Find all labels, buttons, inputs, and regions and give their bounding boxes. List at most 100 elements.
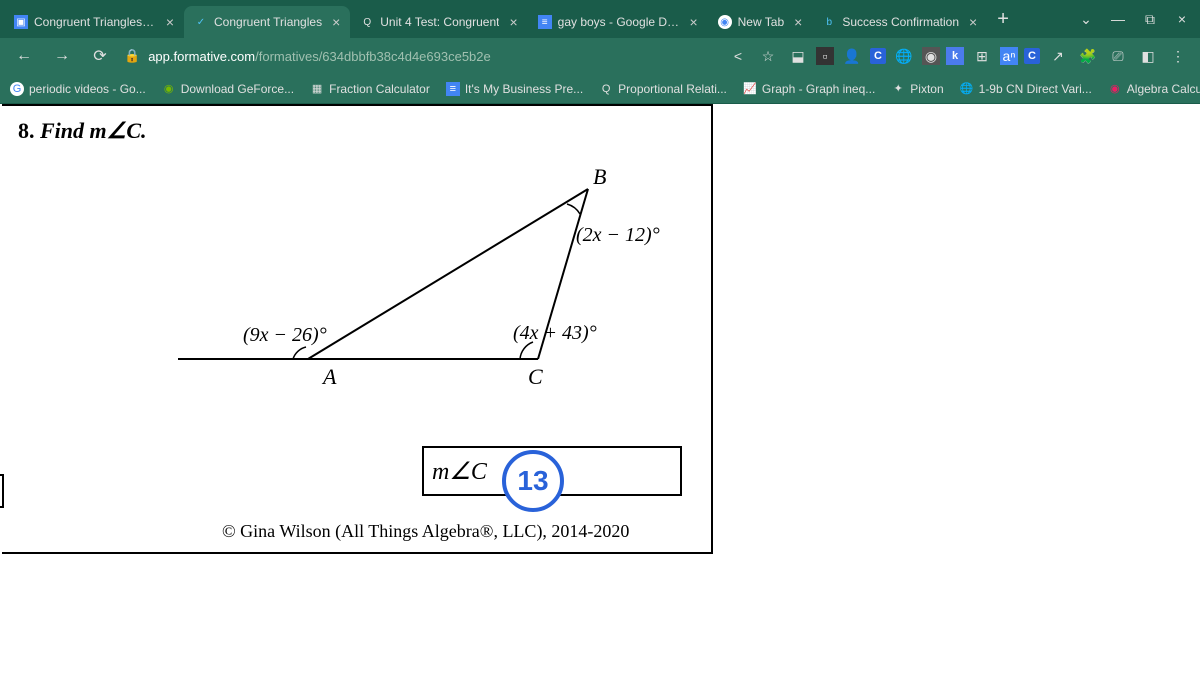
tab-icon: ✓: [194, 15, 208, 29]
bookmark-label: periodic videos - Go...: [29, 82, 146, 96]
bookmark-geforce[interactable]: ◉ Download GeForce...: [162, 82, 294, 96]
nav-row: ← → ⟳ 🔒 app.formative.com/formatives/634…: [0, 38, 1200, 74]
install-icon[interactable]: ⬓: [786, 44, 810, 68]
tab-3[interactable]: ≡ gay boys - Google Docs ×: [528, 6, 708, 38]
angle-a-label: (9x − 26)°: [243, 324, 327, 347]
chrome-icon: ◉: [718, 15, 732, 29]
ext-icon-5[interactable]: aⁿ: [1000, 47, 1018, 65]
doc-icon: ≡: [446, 82, 460, 96]
angle-b-label: (2x − 12)°: [576, 224, 660, 247]
algebra-icon: ◉: [1108, 82, 1122, 96]
vertex-b-label: B: [593, 164, 606, 190]
close-icon[interactable]: ×: [794, 14, 802, 30]
bookmark-label: Download GeForce...: [181, 82, 294, 96]
search-icon: Q: [599, 82, 613, 96]
extensions-icon[interactable]: 🧩: [1076, 44, 1100, 68]
vertex-c-label: C: [528, 364, 543, 390]
close-icon[interactable]: ×: [689, 14, 697, 30]
bookmark-label: Graph - Graph ineq...: [762, 82, 875, 96]
close-icon[interactable]: ×: [332, 14, 340, 30]
badge-value: 13: [517, 465, 548, 497]
bookmark-graph[interactable]: 📈 Graph - Graph ineq...: [743, 82, 875, 96]
cast-icon[interactable]: ⎚: [1106, 44, 1130, 68]
close-icon[interactable]: ×: [509, 14, 517, 30]
tab-0[interactable]: ▣ Congruent Triangles TE ×: [4, 6, 184, 38]
bookmark-fraction[interactable]: ▦ Fraction Calculator: [310, 82, 430, 96]
bookmark-label: Proportional Relati...: [618, 82, 727, 96]
bookmarks-row: G periodic videos - Go... ◉ Download GeF…: [0, 74, 1200, 104]
close-icon[interactable]: ×: [969, 14, 977, 30]
answer-label: m∠C: [432, 457, 487, 486]
vertex-a-label: A: [323, 364, 336, 390]
ext-icon-c2[interactable]: C: [1024, 48, 1040, 64]
ext-icon-k[interactable]: k: [946, 47, 964, 65]
bookmark-periodic-videos[interactable]: G periodic videos - Go...: [10, 82, 146, 96]
ext-icon-2[interactable]: 👤: [840, 44, 864, 68]
ext-icon-3[interactable]: 🌐: [892, 44, 916, 68]
tab-1[interactable]: ✓ Congruent Triangles ×: [184, 6, 350, 38]
url-bar[interactable]: 🔒 app.formative.com/formatives/634dbbfb3…: [124, 48, 716, 64]
google-icon: G: [10, 82, 24, 96]
tab-title: Congruent Triangles: [214, 15, 322, 29]
graph-icon: 📈: [743, 82, 757, 96]
tab-title: gay boys - Google Docs: [558, 15, 680, 29]
share-icon[interactable]: <: [726, 44, 750, 68]
maximize-button[interactable]: ⧉: [1136, 5, 1164, 33]
ext-icon-1[interactable]: ▫: [816, 47, 834, 65]
back-button[interactable]: ←: [10, 42, 38, 70]
bookmark-label: Algebra Calculator...: [1127, 82, 1200, 96]
lock-icon: 🔒: [124, 48, 140, 64]
tab-2[interactable]: Q Unit 4 Test: Congruent ×: [350, 6, 527, 38]
triangle-figure: B A C (9x − 26)° (2x − 12)° (4x + 43)°: [158, 164, 758, 404]
bookmark-label: It's My Business Pre...: [465, 82, 583, 96]
minimize-button[interactable]: —: [1104, 5, 1132, 33]
bookmark-cn[interactable]: 🌐 1-9b CN Direct Vari...: [960, 82, 1092, 96]
copyright-text: © Gina Wilson (All Things Algebra®, LLC)…: [222, 521, 629, 542]
search-icon: Q: [360, 15, 374, 29]
problem-number: 8.: [18, 118, 35, 143]
sidepanel-icon[interactable]: ◧: [1136, 44, 1160, 68]
star-icon[interactable]: ☆: [756, 44, 780, 68]
docs-icon: ≡: [538, 15, 552, 29]
tab-icon: b: [822, 15, 836, 29]
pixton-icon: ✦: [891, 82, 905, 96]
nvidia-icon: ◉: [162, 82, 176, 96]
problem-container: 8. Find m∠C. B A C (9x − 26)° (2x − 12)°…: [2, 104, 713, 554]
tab-title: Congruent Triangles TE: [34, 15, 156, 29]
bookmark-pixton[interactable]: ✦ Pixton: [891, 82, 943, 96]
ext-icon-grid[interactable]: ⊞: [970, 44, 994, 68]
url-path: /formatives/634dbbfb38c4d4e693ce5b2e: [255, 49, 491, 64]
problem-title: 8. Find m∠C.: [18, 118, 695, 144]
reload-button[interactable]: ⟳: [86, 42, 114, 70]
chevron-down-icon[interactable]: ⌄: [1072, 5, 1100, 33]
tab-title: Success Confirmation: [842, 15, 959, 29]
bookmark-business[interactable]: ≡ It's My Business Pre...: [446, 82, 583, 96]
globe-icon: 🌐: [960, 82, 974, 96]
url-domain: app.formative.com: [148, 49, 255, 64]
bookmark-label: Fraction Calculator: [329, 82, 430, 96]
tab-4[interactable]: ◉ New Tab ×: [708, 6, 813, 38]
forward-button[interactable]: →: [48, 42, 76, 70]
new-tab-button[interactable]: +: [987, 8, 1019, 31]
bookmark-algebra[interactable]: ◉ Algebra Calculator...: [1108, 82, 1200, 96]
close-window-button[interactable]: ×: [1168, 5, 1196, 33]
tabs-row: ▣ Congruent Triangles TE × ✓ Congruent T…: [0, 0, 1200, 38]
ext-icon-6[interactable]: ↗: [1046, 44, 1070, 68]
tab-title: Unit 4 Test: Congruent: [380, 15, 499, 29]
bookmark-label: 1-9b CN Direct Vari...: [979, 82, 1092, 96]
calc-icon: ▦: [310, 82, 324, 96]
menu-icon[interactable]: ⋮: [1166, 44, 1190, 68]
angle-c-label: (4x + 43)°: [513, 322, 597, 345]
close-icon[interactable]: ×: [166, 14, 174, 30]
response-badge[interactable]: 13: [502, 450, 564, 512]
bookmark-proportional[interactable]: Q Proportional Relati...: [599, 82, 727, 96]
bookmark-label: Pixton: [910, 82, 943, 96]
triangle-svg: [158, 164, 678, 394]
ext-icon-4[interactable]: ◉: [922, 47, 940, 65]
tab-icon: ▣: [14, 15, 28, 29]
page-content: 8. Find m∠C. B A C (9x − 26)° (2x − 12)°…: [0, 104, 1200, 675]
tab-title: New Tab: [738, 15, 784, 29]
problem-prompt: Find m∠C.: [40, 118, 147, 143]
tab-5[interactable]: b Success Confirmation ×: [812, 6, 987, 38]
ext-icon-c[interactable]: C: [870, 48, 886, 64]
